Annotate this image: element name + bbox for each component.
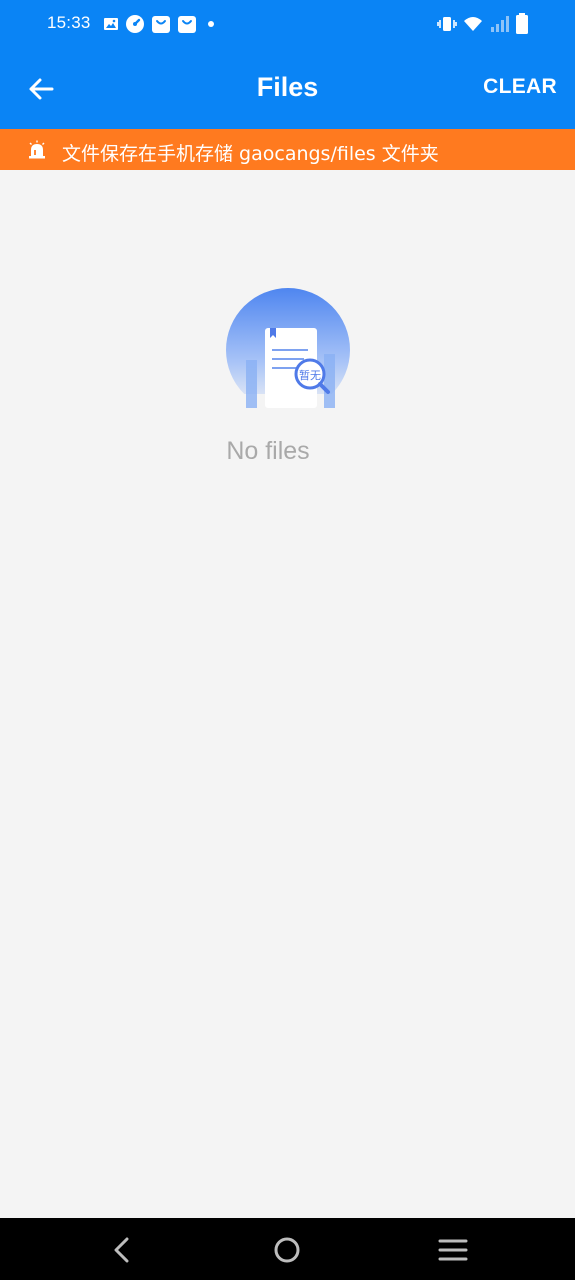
menu-nav-icon[interactable] (436, 1233, 470, 1267)
wifi-icon (464, 17, 482, 31)
dot-icon (208, 21, 214, 27)
home-nav-icon[interactable] (270, 1233, 304, 1267)
empty-state-illustration: 暂无 (224, 288, 352, 412)
empty-state-message: No files (226, 437, 310, 465)
status-system-icons (437, 12, 529, 36)
empty-illustration-label: 暂无 (299, 369, 321, 382)
shopping-bag-icon (178, 16, 196, 33)
storage-notice-text: 文件保存在手机存储 gaocangs/files 文件夹 (62, 143, 439, 165)
alarm-bell-icon (29, 140, 45, 159)
app-bar: Files CLEAR (0, 48, 575, 129)
status-notification-icons (103, 14, 219, 34)
storage-notice-banner: 文件保存在手机存储 gaocangs/files 文件夹 (0, 129, 575, 170)
shopping-bag-icon (152, 16, 170, 33)
system-nav-bar (0, 1218, 575, 1280)
image-icon (104, 18, 118, 30)
vibrate-icon (437, 17, 457, 31)
signal-icon (491, 16, 509, 32)
status-time: 15:33 (47, 13, 91, 32)
back-nav-icon[interactable] (104, 1233, 138, 1267)
battery-icon (516, 13, 528, 34)
speed-dial-icon (126, 15, 144, 33)
status-bar: 15:33 (0, 0, 575, 48)
clear-button[interactable]: CLEAR (483, 75, 557, 99)
